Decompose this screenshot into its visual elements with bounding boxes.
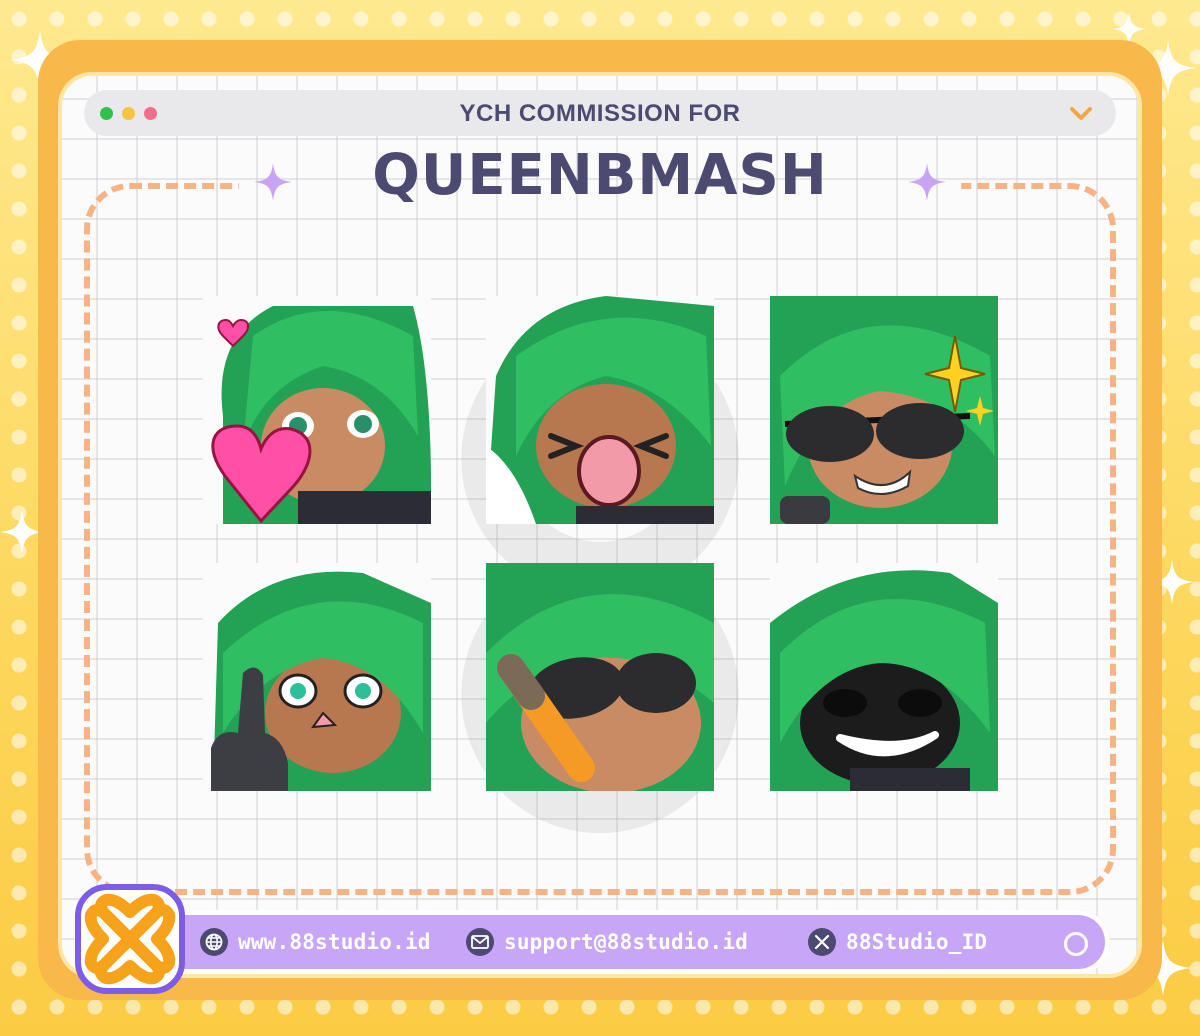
page-subtitle: YCH COMMISSION FOR	[459, 100, 741, 127]
twitter-text: 88Studio_ID	[846, 930, 988, 954]
middle-finger-emote[interactable]	[203, 563, 431, 791]
blush-tongue-emote[interactable]	[486, 296, 714, 524]
cigar-sunglasses-emote[interactable]	[486, 563, 714, 791]
heart-emote[interactable]	[203, 296, 431, 524]
chevron-down-icon[interactable]	[1068, 101, 1094, 125]
evil-grin-emote[interactable]	[770, 563, 998, 791]
x-twitter-icon	[808, 928, 836, 956]
email-link[interactable]: support@88studio.id	[466, 927, 748, 957]
globe-icon	[200, 928, 228, 956]
circle-icon[interactable]	[1064, 932, 1088, 956]
mail-icon	[466, 928, 494, 956]
website-link[interactable]: www.88studio.id	[200, 927, 431, 957]
window-titlebar: YCH COMMISSION FOR	[84, 90, 1116, 136]
twitter-link[interactable]: 88Studio_ID	[808, 927, 987, 957]
email-text: support@88studio.id	[504, 930, 749, 954]
contact-footer: www.88studio.id support@88studio.id 88St…	[120, 910, 1110, 974]
website-text: www.88studio.id	[238, 930, 431, 954]
sunglasses-sparkle-emote[interactable]	[770, 296, 998, 524]
88studio-logo	[75, 884, 185, 994]
page-title: QUEENBMASH	[372, 143, 828, 208]
